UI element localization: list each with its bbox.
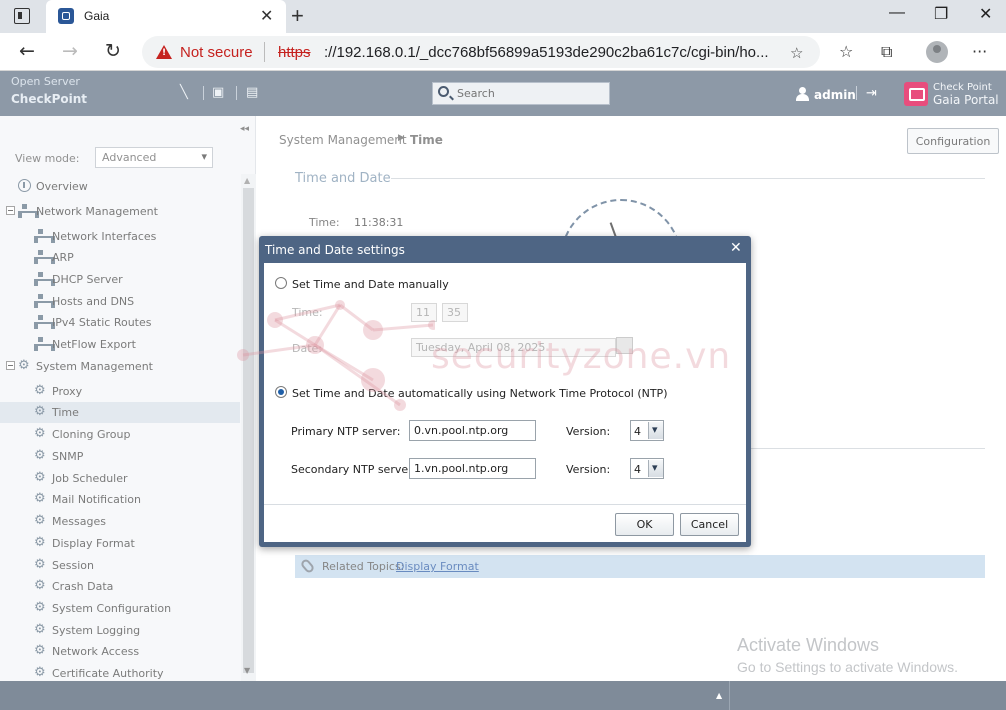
dialog-title: Time and Date settings	[265, 243, 405, 257]
minute-input[interactable]: 35	[442, 303, 468, 322]
ntp-time-radio[interactable]	[275, 386, 287, 398]
url-scheme: https	[278, 44, 311, 61]
reload-icon[interactable]: ↻	[105, 40, 121, 62]
calendar-icon[interactable]	[616, 337, 633, 354]
more-menu-icon[interactable]: ···	[972, 42, 987, 61]
manual-time-field-label: Time:	[292, 306, 323, 319]
manual-time-radio[interactable]	[275, 277, 287, 289]
forward-icon[interactable]: →	[62, 40, 78, 62]
primary-version-select[interactable]: 4	[630, 420, 664, 441]
secondary-ntp-label: Secondary NTP server:	[291, 463, 417, 476]
hour-input[interactable]: 11	[411, 303, 437, 322]
user-icon	[796, 87, 809, 101]
primary-version-label: Version:	[566, 425, 611, 438]
wrench-icon[interactable]: ╲	[180, 85, 188, 100]
search-icon	[438, 86, 449, 97]
address-bar[interactable]: Not secure https ://192.168.0.1/_dcc768b…	[142, 36, 820, 68]
secondary-version-select[interactable]: 4	[630, 458, 664, 479]
search-input[interactable]	[457, 86, 602, 101]
not-secure-label[interactable]: Not secure	[180, 44, 253, 61]
logout-icon[interactable]: ⇥	[866, 86, 877, 101]
profile-avatar[interactable]	[926, 41, 948, 63]
secondary-ntp-input[interactable]	[409, 458, 536, 479]
search-box[interactable]	[432, 82, 610, 105]
checkpoint-logo	[904, 82, 928, 106]
browser-toolbar: ← → ↻ Not secure https ://192.168.0.1/_d…	[0, 33, 1006, 71]
tab-close-icon[interactable]: ✕	[260, 6, 273, 25]
manual-time-label[interactable]: Set Time and Date manually	[292, 278, 449, 291]
restore-button[interactable]: ❐	[934, 4, 948, 24]
close-window-button[interactable]: ✕	[979, 4, 992, 24]
browser-tab-gaia[interactable]: Gaia ✕	[46, 0, 286, 33]
primary-ntp-label: Primary NTP server:	[291, 425, 401, 438]
dialog-close-icon[interactable]: ✕	[730, 240, 742, 256]
brand-line1: Check Point	[933, 82, 992, 93]
minimize-button[interactable]: —	[889, 4, 905, 22]
tab-title: Gaia	[84, 9, 110, 23]
product-label: CheckPoint	[11, 92, 88, 106]
primary-ntp-input[interactable]	[409, 420, 536, 441]
manual-date-field-label: Date:	[292, 342, 322, 355]
ntp-time-label[interactable]: Set Time and Date automatically using Ne…	[292, 387, 667, 400]
ok-button[interactable]: OK	[615, 513, 674, 536]
terminal-icon[interactable]: ▣	[212, 85, 224, 100]
browser-tab-bar: Gaia ✕ + — ❐ ✕	[0, 0, 1006, 33]
time-date-settings-dialog: Time and Date settings ✕ Set Time and Da…	[259, 236, 751, 547]
chevron-down-icon[interactable]	[648, 422, 663, 439]
status-footer: ▲	[0, 681, 1006, 710]
brand-line2: Gaia Portal	[933, 93, 999, 107]
document-icon[interactable]: ▤	[246, 85, 258, 100]
tab-actions-icon[interactable]	[14, 8, 30, 24]
gaia-favicon-icon	[58, 8, 74, 24]
cancel-button[interactable]: Cancel	[680, 513, 739, 536]
collections-icon[interactable]: ⧉	[881, 42, 892, 62]
read-aloud-icon[interactable]: ☆	[790, 44, 803, 62]
back-icon[interactable]: ←	[19, 40, 35, 62]
expand-up-icon[interactable]: ▲	[716, 691, 722, 700]
url-text: ://192.168.0.1/_dcc768bf56899a5193de290c…	[324, 44, 769, 61]
warning-icon	[156, 45, 172, 59]
gaia-header: Open Server CheckPoint ╲ ▣ ▤ admin ⇥ Che…	[0, 71, 1006, 116]
new-tab-button[interactable]: +	[291, 3, 304, 29]
secondary-version-label: Version:	[566, 463, 611, 476]
admin-user-label[interactable]: admin	[814, 88, 856, 102]
date-input[interactable]: Tuesday, April 08, 2025	[411, 338, 616, 357]
chevron-down-icon[interactable]	[648, 460, 663, 477]
dialog-body: Set Time and Date manually Time: 11 35 D…	[264, 263, 746, 542]
favorites-icon[interactable]: ☆	[839, 42, 853, 61]
open-server-label: Open Server	[11, 75, 80, 88]
